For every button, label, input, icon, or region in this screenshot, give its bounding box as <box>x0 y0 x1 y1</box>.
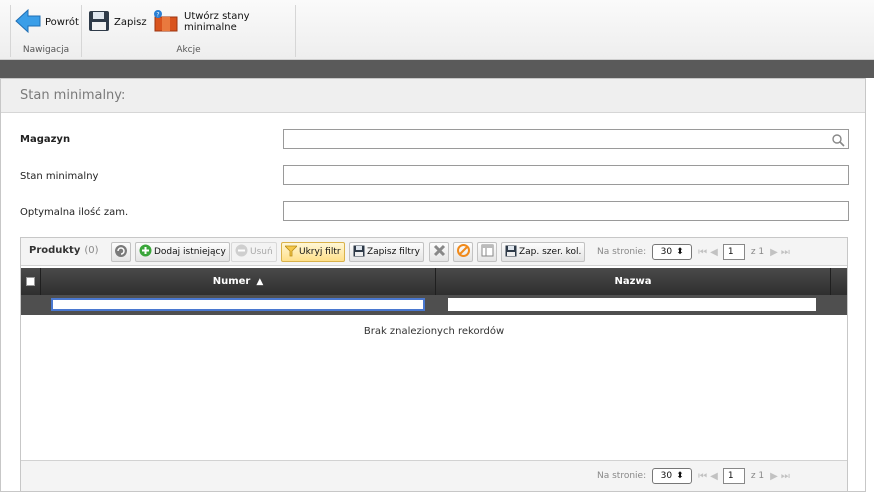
columns-icon <box>481 244 494 260</box>
cancel-circle-icon <box>456 244 470 260</box>
boxes-icon: ? <box>152 9 180 36</box>
per-page-label: Na stronie: <box>597 247 647 257</box>
updown-icon: ⬍ <box>676 471 684 481</box>
ribbon-toolbar: Powrót Nawigacja Zapisz ? Utwórz stany m… <box>0 0 874 60</box>
grid-toolbar: Produkty (0) Dodaj istniejący Usuń Ukryj … <box>21 238 847 266</box>
close-x-icon <box>433 244 446 260</box>
updown-icon: ⬍ <box>676 247 684 257</box>
column-header-numer[interactable]: Numer ▲ <box>41 268 436 295</box>
grid-count: (0) <box>84 245 99 256</box>
refresh-icon <box>114 244 128 261</box>
last-page-icon[interactable]: ⏭ <box>781 247 790 258</box>
columns-button[interactable] <box>477 242 497 262</box>
create-min-stock-label: Utwórz stany minimalne <box>184 11 250 33</box>
page-number-value: 1 <box>727 471 734 481</box>
hide-filter-button[interactable]: Ukryj filtr <box>281 242 345 262</box>
remove-label: Usuń <box>250 247 273 257</box>
prev-page-icon[interactable]: ◀ <box>710 471 718 482</box>
last-page-icon[interactable]: ⏭ <box>781 471 790 482</box>
save-button[interactable]: Zapisz <box>88 8 147 36</box>
warehouse-label: Magazyn <box>20 134 71 145</box>
pager-nav-prev: ⏮ ◀ <box>698 471 718 482</box>
hide-filter-label: Ukryj filtr <box>299 247 341 257</box>
min-stock-label: Stan minimalny <box>20 171 99 182</box>
save-col-widths-button[interactable]: Zap. szer. kol. <box>501 242 586 262</box>
add-existing-button[interactable]: Dodaj istniejący <box>135 242 230 262</box>
floppy-disk-small-icon <box>353 245 365 260</box>
page-number-input[interactable]: 1 <box>722 244 745 260</box>
page-of-label: z 1 <box>750 247 765 257</box>
create-min-stock-button[interactable]: ? Utwórz stany minimalne <box>152 8 295 36</box>
per-page-value: 30 <box>660 247 673 257</box>
per-page-select[interactable]: 30 ⬍ <box>652 468 693 484</box>
top-pager: Na stronie: 30 ⬍ ⏮ ◀ 1 z 1 ▶ ⏭ <box>597 243 790 261</box>
grid-header-row: Numer ▲ Nazwa <box>21 268 847 295</box>
panel-title: Stan minimalny: <box>1 79 865 113</box>
plus-icon <box>139 244 152 260</box>
per-page-select[interactable]: 30 ⬍ <box>652 244 693 260</box>
save-button-label: Zapisz <box>114 16 147 28</box>
column-label-nazwa: Nazwa <box>614 276 652 287</box>
add-existing-label: Dodaj istniejący <box>154 247 226 257</box>
grid-title-text: Produkty <box>29 245 81 256</box>
per-page-label: Na stronie: <box>597 471 647 481</box>
column-header-nazwa[interactable]: Nazwa <box>436 268 831 295</box>
floppy-disk-small-icon <box>505 245 517 260</box>
ribbon-group-navigation: Powrót Nawigacja <box>10 5 82 57</box>
pager-nav-prev: ⏮ ◀ <box>698 247 718 258</box>
reset-button[interactable] <box>453 242 473 262</box>
warehouse-field[interactable] <box>283 129 849 149</box>
floppy-disk-icon <box>88 10 110 35</box>
save-col-widths-label: Zap. szer. kol. <box>519 247 582 257</box>
bottom-pager: Na stronie: 30 ⬍ ⏮ ◀ 1 z 1 ▶ ⏭ <box>597 467 790 485</box>
funnel-icon <box>284 245 298 260</box>
page-of-label: z 1 <box>750 471 765 481</box>
next-page-icon[interactable]: ▶ <box>770 471 778 482</box>
remove-button[interactable]: Usuń <box>231 242 277 262</box>
grid-title: Produkty (0) <box>29 245 99 256</box>
pager-nav-next: ▶ ⏭ <box>770 471 790 482</box>
back-arrow-icon <box>15 8 41 36</box>
first-page-icon[interactable]: ⏮ <box>698 247 707 258</box>
separator-bar <box>0 60 874 78</box>
sort-ascending-icon: ▲ <box>256 276 264 287</box>
refresh-button[interactable] <box>111 242 131 262</box>
page-number-value: 1 <box>727 247 734 257</box>
save-filters-button[interactable]: Zapisz filtry <box>349 242 424 262</box>
optimal-qty-field[interactable] <box>283 201 849 221</box>
select-all-checkbox-cell <box>21 268 41 295</box>
filter-numer-input[interactable] <box>51 298 425 311</box>
back-button-label: Powrót <box>45 16 79 28</box>
ribbon-group-actions: Zapisz ? Utwórz stany minimalne Akcje <box>82 5 296 57</box>
select-all-checkbox[interactable] <box>26 277 35 286</box>
page-number-input[interactable]: 1 <box>722 468 745 484</box>
optimal-qty-label: Optymalna ilość zam. <box>20 207 129 218</box>
grid-footer: Na stronie: 30 ⬍ ⏮ ◀ 1 z 1 ▶ ⏭ <box>21 460 847 491</box>
search-icon[interactable] <box>831 132 845 147</box>
save-filters-label: Zapisz filtry <box>367 247 420 257</box>
first-page-icon[interactable]: ⏮ <box>698 471 707 482</box>
prev-page-icon[interactable]: ◀ <box>710 247 718 258</box>
empty-message: Brak znalezionych rekordów <box>363 326 505 337</box>
pager-nav-next: ▶ ⏭ <box>770 247 790 258</box>
grid-filter-row <box>21 295 847 315</box>
remove-icon <box>235 244 248 260</box>
per-page-value: 30 <box>660 471 673 481</box>
products-grid: Produkty (0) Dodaj istniejący Usuń Ukryj … <box>20 237 848 492</box>
back-button[interactable]: Powrót <box>15 8 79 36</box>
next-page-icon[interactable]: ▶ <box>770 247 778 258</box>
filter-nazwa-input[interactable] <box>448 298 816 311</box>
clear-filters-button[interactable] <box>429 242 449 262</box>
svg-text:?: ? <box>156 11 159 18</box>
min-stock-field[interactable] <box>283 165 849 185</box>
column-label-numer: Numer <box>212 276 251 287</box>
navigation-group-label: Nawigacja <box>22 45 70 55</box>
actions-group-label: Akcje <box>176 45 201 55</box>
